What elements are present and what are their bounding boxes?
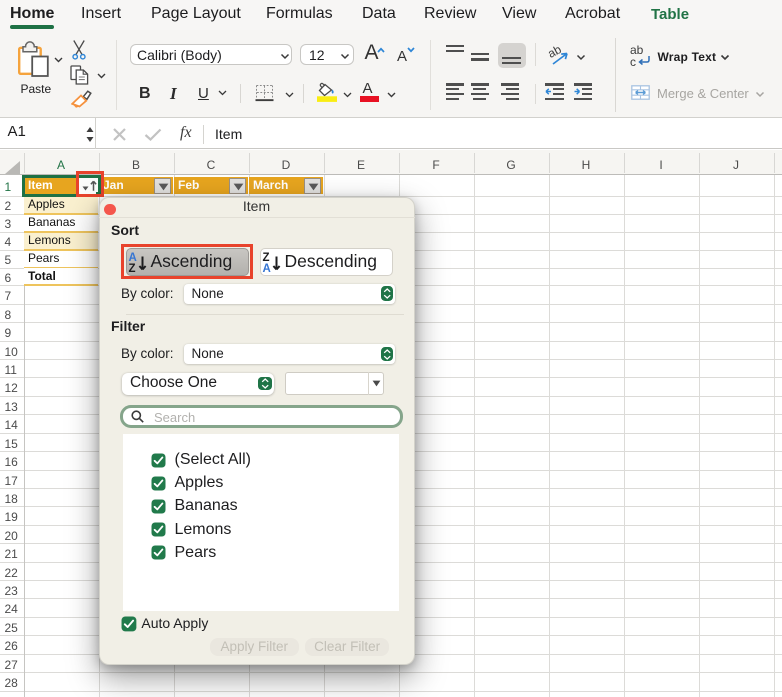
- svg-text:A: A: [262, 263, 270, 273]
- svg-text:c: c: [630, 55, 636, 68]
